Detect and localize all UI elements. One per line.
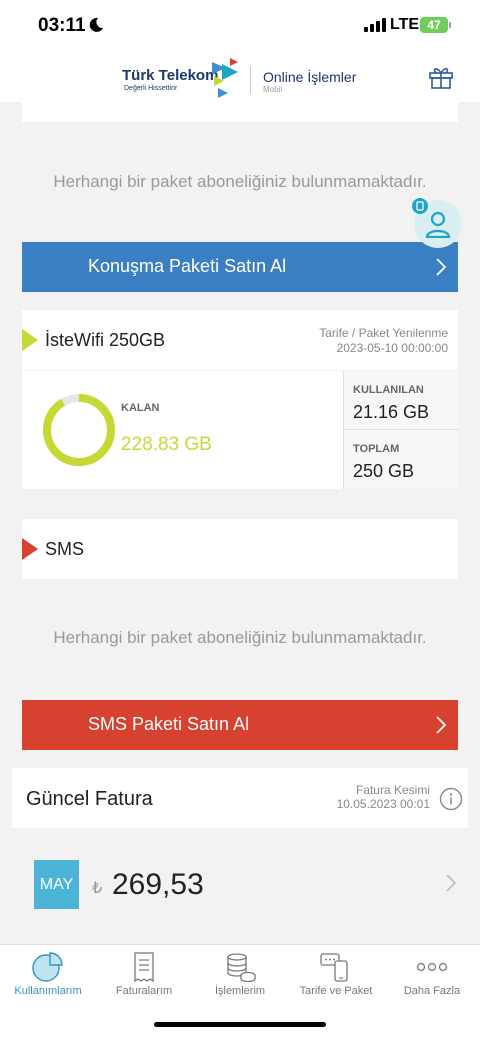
status-time: 03:11 (38, 15, 86, 36)
chevron-right-icon (436, 258, 446, 276)
usage-details: KULLANILAN 21.16 GB TOPLAM 250 GB (343, 371, 459, 489)
brand-logo: Türk Telekom Değerli Hissettirir Online … (122, 56, 362, 98)
renew-label: Tarife / Paket Yenilenme (319, 326, 448, 340)
logo-triangles-icon (212, 58, 238, 98)
chevron-right-icon (436, 716, 446, 734)
battery-icon: 47 (420, 17, 448, 33)
sms-empty-message: Herhangi bir paket aboneliğiniz bulunmam… (53, 628, 427, 647)
invoice-amount-row[interactable]: MAY ₺ 269,53 (12, 828, 468, 940)
total-value: 250 GB (353, 461, 415, 481)
gift-icon[interactable] (428, 64, 454, 90)
remaining-value: 228.83 GB (121, 434, 212, 455)
data-usage-card: KALAN 228.83 GB KULLANILAN 21.16 GB TOPL… (22, 371, 459, 489)
more-dots-icon (416, 962, 448, 972)
data-package-title: İsteWifi 250GB (45, 330, 166, 350)
total-label: TOPLAM (353, 443, 400, 455)
invoice-month-badge: MAY (34, 860, 79, 909)
tab-label: Tarife ve Paket (299, 985, 373, 997)
online-sub-label: Mobil (263, 85, 283, 94)
tab-label: Faturalarım (115, 985, 173, 997)
chevron-right-icon (446, 874, 456, 892)
data-package-header: İsteWifi 250GB Tarife / Paket Yenilenme … (22, 310, 458, 370)
status-bar: 03:11 LTE 47 (0, 0, 480, 52)
phone-chat-icon (320, 953, 348, 982)
online-islemler-label: Online İşlemler (263, 69, 357, 85)
package-marker-icon (22, 538, 38, 560)
person-icon (425, 211, 451, 238)
pie-chart-icon (32, 952, 63, 982)
logo-divider (250, 66, 251, 94)
tab-label: İşlemlerim (214, 985, 266, 997)
info-icon[interactable] (439, 787, 463, 811)
tab-label: Kullanımlarım (14, 985, 82, 997)
buy-sms-package-label: SMS Paketi Satın Al (88, 714, 250, 734)
sms-package-title: SMS (45, 539, 85, 559)
chat-badge-icon (412, 198, 428, 214)
renew-date: 2023-05-10 00:00:00 (336, 341, 448, 355)
used-label: KULLANILAN (353, 384, 424, 396)
invoice-amount: 269,53 (112, 868, 204, 901)
used-row: KULLANILAN 21.16 GB (344, 371, 459, 430)
brand-name: Türk Telekom (122, 67, 219, 84)
tab-kullanimlarim[interactable]: Kullanımlarım (0, 945, 96, 1003)
currency-symbol: ₺ (92, 880, 103, 897)
battery-tip (449, 22, 451, 28)
network-type: LTE (390, 16, 420, 33)
invoice-cut-date: 10.05.2023 00:01 (336, 797, 430, 811)
brand-slogan: Değerli Hissettirir (124, 85, 178, 92)
remaining-label: KALAN (121, 402, 160, 414)
tab-daha-fazla[interactable]: Daha Fazla (384, 945, 480, 1003)
package-marker-icon (22, 329, 38, 351)
tab-islemlerim[interactable]: İşlemlerim (192, 945, 288, 1003)
usage-summary: KALAN 228.83 GB (22, 371, 342, 489)
signal-icon (364, 18, 386, 32)
total-row: TOPLAM 250 GB (344, 430, 459, 489)
buy-voice-package-label: Konuşma Paketi Satın Al (88, 256, 287, 276)
tab-tarife-ve-paket[interactable]: Tarife ve Paket (288, 945, 384, 1003)
voice-empty-message: Herhangi bir paket aboneliğiniz bulunmam… (53, 172, 427, 191)
app-header: Türk Telekom Değerli Hissettirir Online … (0, 52, 480, 102)
used-value: 21.16 GB (353, 402, 430, 422)
moon-icon (89, 17, 103, 32)
tab-faturalarim[interactable]: Faturalarım (96, 945, 192, 1003)
invoice-cut-label: Fatura Kesimi (355, 783, 430, 797)
home-indicator (154, 1022, 326, 1027)
tab-label: Daha Fazla (403, 985, 461, 997)
buy-voice-package-button[interactable]: Konuşma Paketi Satın Al (22, 242, 458, 292)
remaining-arc (43, 394, 115, 466)
buy-sms-package-button[interactable]: SMS Paketi Satın Al (22, 700, 458, 750)
previous-card-strip (22, 102, 458, 122)
current-invoice-header: Güncel Fatura Fatura Kesimi 10.05.2023 0… (12, 768, 468, 828)
usage-donut-chart (43, 394, 115, 466)
receipt-icon (134, 952, 154, 983)
coins-icon (227, 953, 256, 983)
invoice-title: Güncel Fatura (26, 788, 153, 810)
sms-package-header: SMS (22, 519, 458, 579)
